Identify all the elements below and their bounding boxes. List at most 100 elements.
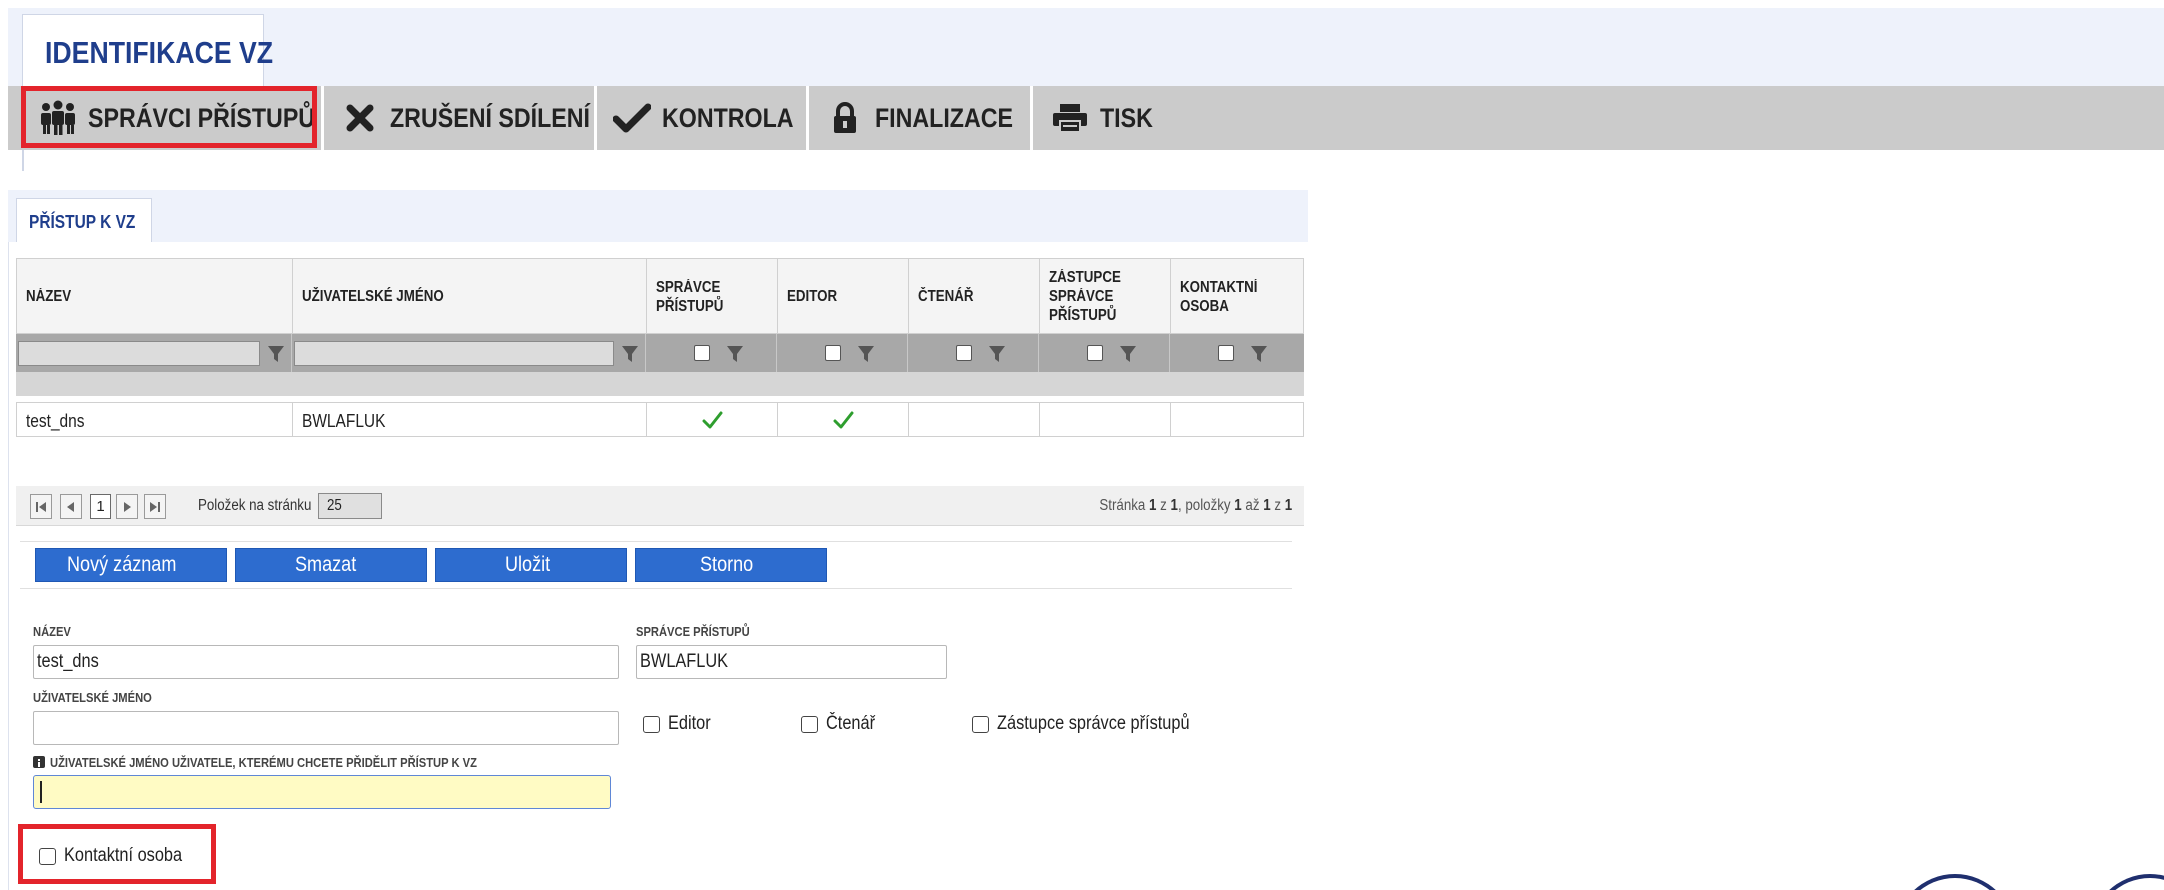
column-header-label: ČTENÁŘ — [918, 288, 974, 305]
tab-identifikace-vz[interactable]: IDENTIFIKACE VZ — [22, 14, 273, 86]
username-field[interactable] — [33, 711, 619, 745]
pager: 1 Položek na stránku 25 Stránka 1 z 1, p… — [16, 486, 1304, 526]
cell-uzivatelske-jmeno: BWLAFLUK — [293, 403, 647, 436]
column-header-zastupce[interactable]: ZÁSTUPCE SPRÁVCE PŘÍSTUPŮ — [1040, 259, 1171, 333]
filter-checkbox[interactable] — [825, 345, 841, 361]
cell-nazev: test_dns — [17, 403, 293, 436]
filter-icon[interactable] — [1250, 345, 1268, 363]
checkbox-box[interactable] — [972, 715, 989, 733]
filter-icon[interactable] — [1119, 345, 1137, 363]
tisk-button[interactable]: TISK — [1050, 86, 1162, 150]
cell-zastupce — [1040, 403, 1171, 436]
pager-text: z — [1274, 497, 1281, 514]
divider — [20, 588, 1292, 589]
save-button[interactable]: Uložit — [435, 548, 627, 582]
checkbox-label: Editor — [668, 713, 711, 734]
toolbar-separator — [1030, 86, 1033, 150]
nazev-label: NÁZEV — [33, 624, 71, 639]
filter-icon[interactable] — [621, 345, 639, 363]
prev-page-icon — [67, 502, 74, 512]
checkbox-box[interactable] — [801, 715, 818, 733]
highlight-box — [21, 86, 317, 148]
printer-icon — [1050, 98, 1090, 138]
panel-header — [8, 190, 1308, 242]
filter-input-uzivatelske-jmeno[interactable] — [294, 341, 614, 366]
info-icon — [33, 756, 45, 768]
cell-editor — [778, 403, 909, 436]
ctenar-checkbox[interactable]: Čtenář — [801, 713, 883, 735]
current-page[interactable]: 1 — [90, 494, 111, 519]
finalizace-button[interactable]: FINALIZACE — [825, 86, 1035, 150]
filter-icon[interactable] — [857, 345, 875, 363]
filter-cell — [908, 334, 1039, 372]
pager-number: 1 — [1148, 497, 1157, 514]
close-icon — [340, 98, 380, 138]
filter-checkbox[interactable] — [1218, 345, 1234, 361]
filter-icon[interactable] — [988, 345, 1006, 363]
cell-text: test_dns — [26, 411, 85, 431]
column-header-label: OSOBA — [1180, 298, 1229, 315]
column-header-uzivatelske-jmeno[interactable]: UŽIVATELSKÉ JMÉNO — [293, 259, 647, 333]
table-row[interactable]: test_dns BWLAFLUK — [16, 402, 1304, 437]
checkmark-icon — [612, 98, 652, 138]
username-label: UŽIVATELSKÉ JMÉNO — [33, 690, 152, 705]
nazev-field[interactable]: test_dns — [33, 645, 619, 679]
column-header-ctenar[interactable]: ČTENÁŘ — [909, 259, 1040, 333]
checkbox-box[interactable] — [643, 715, 660, 733]
spravce-pristupu-field[interactable]: BWLAFLUK — [636, 645, 947, 679]
column-header-label: PŘÍSTUPŮ — [1049, 307, 1117, 324]
toolbar-label: TISK — [1100, 102, 1153, 133]
checkbox-label: Zástupce správce přístupů — [997, 713, 1190, 734]
column-header-nazev[interactable]: NÁZEV — [17, 259, 293, 333]
prev-page-button[interactable] — [60, 494, 82, 519]
new-record-button[interactable]: Nový záznam — [35, 548, 227, 582]
lock-icon — [825, 98, 865, 138]
tab-pristup-k-vz[interactable]: PŘÍSTUP K VZ — [16, 198, 152, 244]
field-value: test_dns — [37, 651, 99, 672]
tab-label: PŘÍSTUP K VZ — [29, 212, 136, 232]
grid-header: NÁZEV UŽIVATELSKÉ JMÉNO SPRÁVCE PŘÍSTUPŮ… — [16, 258, 1304, 334]
last-page-button[interactable] — [144, 494, 166, 519]
toolbar-label: FINALIZACE — [875, 102, 1014, 133]
column-header-label: UŽIVATELSKÉ JMÉNO — [302, 288, 444, 305]
pager-number: 1 — [1234, 497, 1242, 514]
first-page-button[interactable] — [30, 494, 52, 519]
field-value: BWLAFLUK — [640, 651, 729, 672]
toolbar-label: ZRUŠENÍ SDÍLENÍ — [390, 102, 590, 133]
cell-spravce-pristupu — [647, 403, 778, 436]
column-header-editor[interactable]: EDITOR — [778, 259, 909, 333]
delete-button[interactable]: Smazat — [235, 548, 427, 582]
filter-icon[interactable] — [267, 345, 285, 363]
filter-cell — [292, 334, 646, 372]
filter-checkbox[interactable] — [1087, 345, 1103, 361]
filter-input-nazev[interactable] — [18, 341, 260, 366]
column-header-label: ZÁSTUPCE — [1049, 269, 1121, 286]
pager-text: položky — [1185, 497, 1231, 514]
next-page-button[interactable] — [116, 494, 138, 519]
grant-access-field[interactable] — [33, 775, 611, 809]
pager-text: až — [1245, 497, 1260, 514]
filter-cell — [777, 334, 908, 372]
button-label: Storno — [700, 553, 754, 576]
column-header-label: SPRÁVCE — [1049, 288, 1114, 305]
highlight-box — [18, 824, 216, 884]
checkmark-icon — [833, 411, 854, 429]
column-header-spravce-pristupu[interactable]: SPRÁVCE PŘÍSTUPŮ — [647, 259, 778, 333]
editor-checkbox[interactable]: Editor — [643, 713, 718, 735]
divider — [22, 150, 24, 171]
page-size-input[interactable]: 25 — [318, 493, 382, 519]
toolbar-label: KONTROLA — [662, 102, 794, 133]
filter-icon[interactable] — [726, 345, 744, 363]
cancel-button[interactable]: Storno — [635, 548, 827, 582]
zruseni-sdileni-button[interactable]: ZRUŠENÍ SDÍLENÍ — [340, 86, 623, 150]
column-header-kontaktni-osoba[interactable]: KONTAKTNÍ OSOBA — [1171, 259, 1303, 333]
filter-cell — [646, 334, 777, 372]
zastupce-checkbox[interactable]: Zástupce správce přístupů — [972, 713, 1221, 735]
filter-checkbox[interactable] — [956, 345, 972, 361]
kontrola-button[interactable]: KONTROLA — [612, 86, 815, 150]
next-page-icon — [124, 502, 131, 512]
divider — [20, 541, 1292, 542]
button-label: Nový záznam — [67, 553, 177, 576]
button-label: Smazat — [295, 553, 357, 576]
filter-checkbox[interactable] — [694, 345, 710, 361]
